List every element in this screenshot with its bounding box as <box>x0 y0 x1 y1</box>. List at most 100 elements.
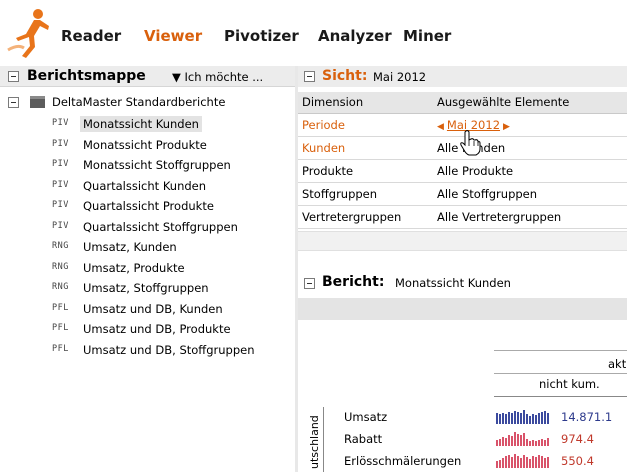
dimension-label: Kunden <box>298 136 433 160</box>
report-label: Umsatz und DB, Kunden <box>83 301 223 316</box>
prev-period-icon[interactable]: ◀ <box>437 122 444 132</box>
report-label: Umsatz, Kunden <box>83 240 177 254</box>
berichtsmappe-panel: Berichtsmappe ▼ Ich möchte ... DeltaMast… <box>0 66 295 472</box>
report-item[interactable]: RNG Umsatz, Stoffgruppen <box>52 279 292 300</box>
row-value: 974.4 <box>561 432 594 446</box>
report-label: Quartalssicht Stoffgruppen <box>83 219 238 234</box>
dimension-row-stoffgruppen[interactable]: Stoffgruppen Alle Stoffgruppen <box>298 182 627 206</box>
divider <box>494 350 627 351</box>
report-item[interactable]: PFL Umsatz und DB, Produkte <box>52 320 292 341</box>
dimension-label: Produkte <box>298 159 433 183</box>
sicht-collapse-icon[interactable] <box>304 71 315 82</box>
collapse-icon[interactable] <box>8 71 19 82</box>
report-label: Umsatz und DB, Produkte <box>83 322 231 336</box>
dimension-value[interactable]: Alle Produkte <box>433 159 627 183</box>
nav-analyzer[interactable]: Analyzer <box>318 27 392 45</box>
row-label: Umsatz <box>344 410 388 424</box>
tree-collapse-icon[interactable] <box>8 97 19 108</box>
row-label: Rabatt <box>344 432 383 446</box>
report-item[interactable]: PIV Monatssicht Stoffgruppen <box>52 156 292 177</box>
report-type-icon: RNG <box>52 241 69 251</box>
bericht-subtitle: Monatssicht Kunden <box>395 276 511 290</box>
report-item[interactable]: PIV Monatssicht Produkte <box>52 136 292 157</box>
report-list: PIV Monatssicht Kunden PIV Monatssicht Pro… <box>52 115 292 361</box>
report-type-icon: PFL <box>52 323 69 333</box>
dimension-value[interactable]: Alle Vertretergruppen <box>433 205 627 229</box>
report-grid: akt nicht kum. utschland Umsatz 14.871.1… <box>298 322 627 472</box>
report-label: Monatssicht Stoffgruppen <box>83 158 231 172</box>
dimension-row-vertretergruppen[interactable]: Vertretergruppen Alle Vertretergruppen <box>298 205 627 229</box>
runner-logo-icon <box>7 9 49 58</box>
report-type-icon: PIV <box>52 200 69 210</box>
report-row-umsatz[interactable]: Umsatz 14.871.1 <box>344 408 627 428</box>
report-label: Umsatz, Stoffgruppen <box>83 281 209 295</box>
report-type-icon: PFL <box>52 343 69 354</box>
dimension-value[interactable]: Alle Stoffgruppen <box>433 182 627 206</box>
berichtsmappe-title: Berichtsmappe <box>27 68 146 84</box>
dimension-label: Periode <box>298 113 433 137</box>
periode-selector: ◀ Mai 2012 ▶ <box>433 113 627 137</box>
row-group-label: utschland <box>308 407 324 472</box>
tree-root-label: DeltaMaster Standardberichte <box>52 95 226 109</box>
dimension-label: Vertretergruppen <box>298 205 433 229</box>
bericht-toolbar <box>298 298 627 320</box>
nav-viewer[interactable]: Viewer <box>144 27 202 45</box>
ich-moechte-menu[interactable]: ▼ Ich möchte ... <box>172 70 263 84</box>
row-value: 550.4 <box>561 454 594 468</box>
sicht-header: Sicht: Mai 2012 <box>298 66 627 87</box>
dimension-table: Dimension Ausgewählte Elemente Periode ◀… <box>298 92 627 229</box>
bericht-header: Bericht: Monatssicht Kunden <box>298 272 627 294</box>
col-dimension: Dimension <box>298 92 433 114</box>
sparkline-icon <box>496 432 549 446</box>
dimension-row-produkte[interactable]: Produkte Alle Produkte <box>298 159 627 183</box>
folder-icon <box>30 96 45 108</box>
report-row-erloesschmaelerungen[interactable]: Erlösschmälerungen 550.4 <box>344 452 627 472</box>
report-type-icon: PIV <box>52 220 69 231</box>
report-label: Umsatz, Produkte <box>83 260 185 275</box>
next-period-icon[interactable]: ▶ <box>503 122 510 132</box>
report-label: Monatssicht Kunden <box>80 116 202 132</box>
dimension-label: Stoffgruppen <box>298 182 433 206</box>
bericht-title: Bericht: <box>322 274 385 290</box>
sparkline-icon <box>496 410 549 424</box>
report-type-icon: PIV <box>52 138 69 149</box>
report-row-rabatt[interactable]: Rabatt 974.4 <box>344 430 627 450</box>
row-group-text: utschland <box>308 415 321 469</box>
bericht-collapse-icon[interactable] <box>304 278 315 289</box>
column-header-akt: akt <box>608 357 627 371</box>
report-label: Quartalssicht Kunden <box>83 178 207 193</box>
divider <box>494 396 627 397</box>
report-item[interactable]: PIV Quartalssicht Kunden <box>52 177 292 198</box>
berichtsmappe-header: Berichtsmappe ▼ Ich möchte ... <box>0 66 295 87</box>
report-item[interactable]: PIV Quartalssicht Produkte <box>52 197 292 218</box>
nav-pivotizer[interactable]: Pivotizer <box>224 27 299 45</box>
dimension-value[interactable]: Alle Kunden <box>433 136 627 160</box>
sparkline-icon <box>496 454 549 468</box>
report-type-icon: PFL <box>52 302 69 313</box>
report-label: Monatssicht Produkte <box>83 137 207 152</box>
report-label: Umsatz und DB, Stoffgruppen <box>83 342 255 357</box>
divider <box>494 373 627 374</box>
report-item[interactable]: PFL Umsatz und DB, Kunden <box>52 300 292 321</box>
report-type-icon: RNG <box>52 282 69 292</box>
dimension-table-header: Dimension Ausgewählte Elemente <box>298 92 627 114</box>
periode-value[interactable]: Mai 2012 <box>447 118 500 132</box>
tree-root-node[interactable]: DeltaMaster Standardberichte <box>8 95 288 111</box>
dimension-table-footer <box>298 231 627 251</box>
row-label: Erlösschmälerungen <box>344 454 462 468</box>
nav-miner[interactable]: Miner <box>403 27 451 45</box>
nav-reader[interactable]: Reader <box>61 27 121 45</box>
viewer-panel: Sicht: Mai 2012 Dimension Ausgewählte El… <box>298 66 627 472</box>
report-label: Quartalssicht Produkte <box>83 199 214 213</box>
report-item[interactable]: PIV Quartalssicht Stoffgruppen <box>52 218 292 239</box>
report-item[interactable]: RNG Umsatz, Produkte <box>52 259 292 280</box>
sicht-title: Sicht: <box>322 68 368 84</box>
report-item[interactable]: PFL Umsatz und DB, Stoffgruppen <box>52 341 292 362</box>
report-item[interactable]: RNG Umsatz, Kunden <box>52 238 292 259</box>
dimension-row-periode[interactable]: Periode ◀ Mai 2012 ▶ <box>298 113 627 137</box>
sicht-subtitle: Mai 2012 <box>373 70 427 84</box>
report-type-icon: RNG <box>52 261 69 272</box>
report-item[interactable]: PIV Monatssicht Kunden <box>52 115 292 136</box>
column-header-nicht-kum: nicht kum. <box>539 377 600 391</box>
dimension-row-kunden[interactable]: Kunden Alle Kunden <box>298 136 627 160</box>
